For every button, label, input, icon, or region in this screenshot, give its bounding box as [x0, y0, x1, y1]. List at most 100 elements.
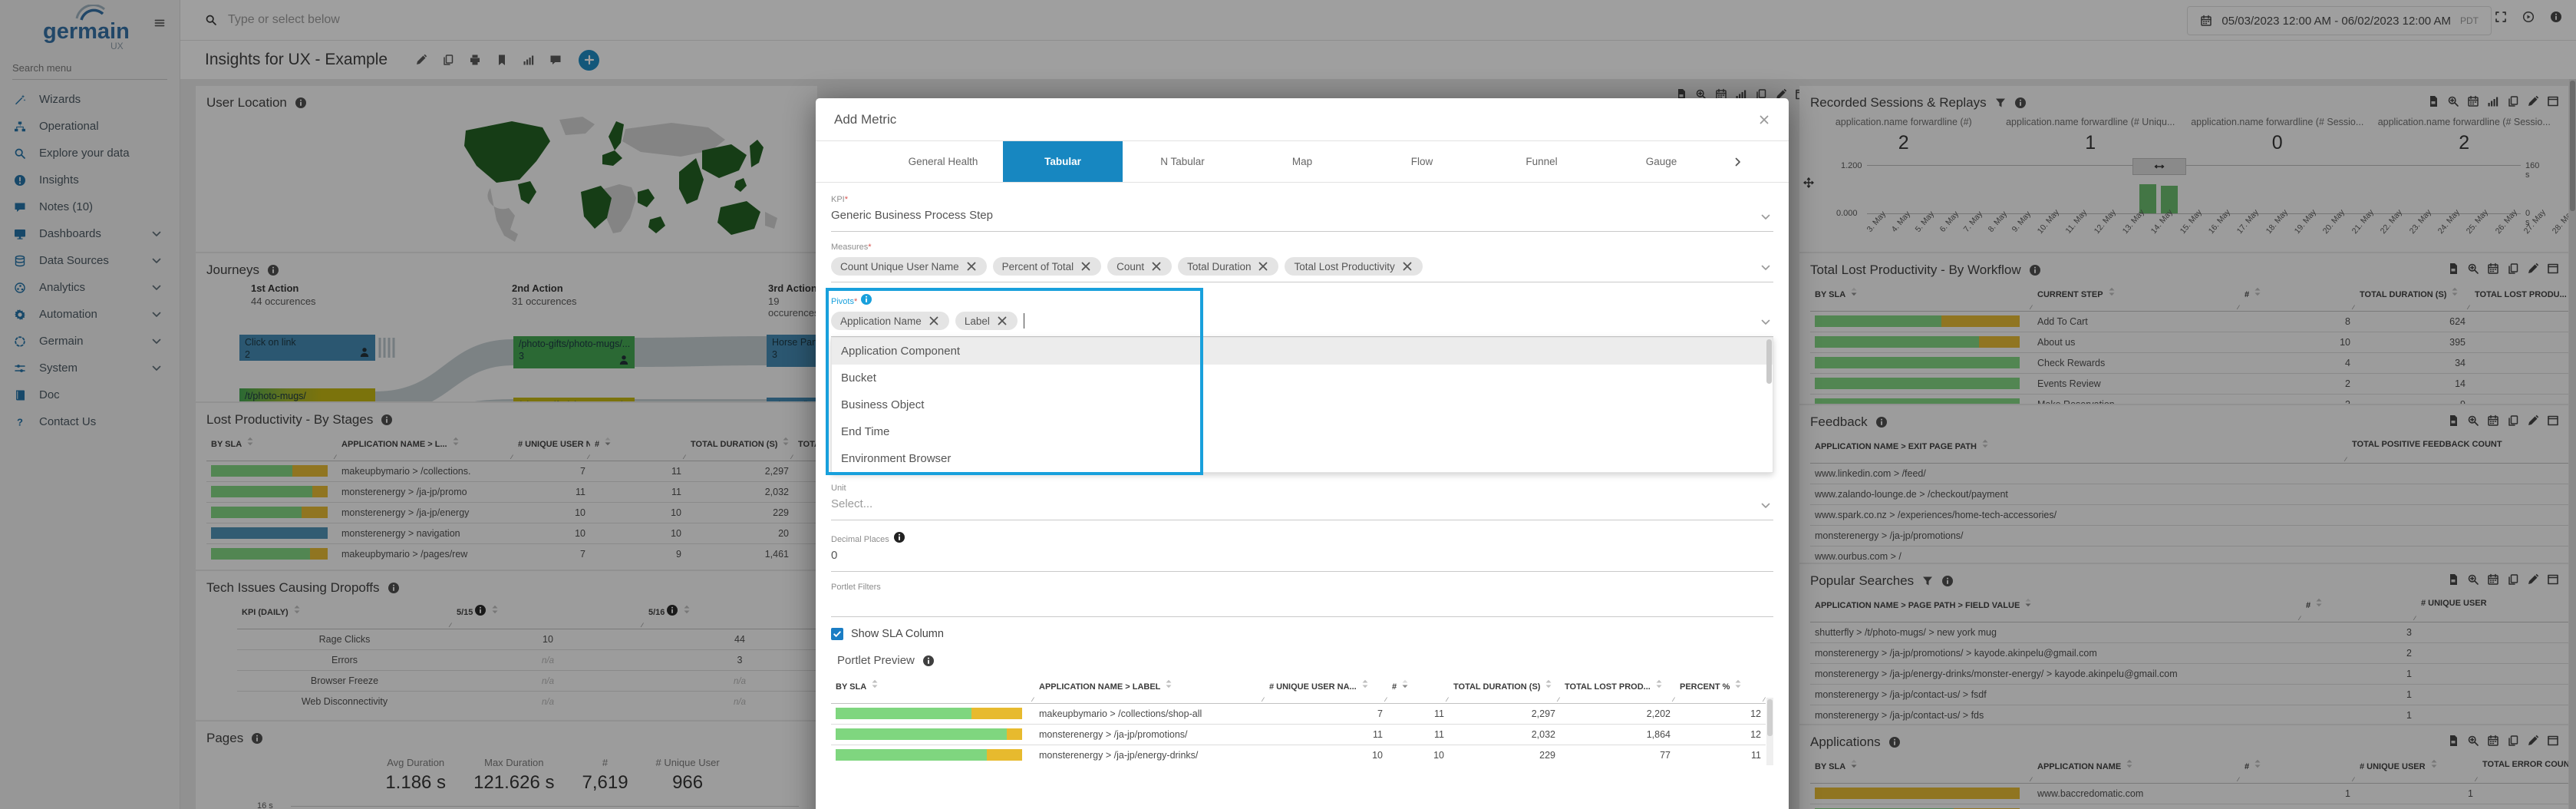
- tab-n-tabular[interactable]: N Tabular: [1123, 141, 1242, 182]
- table-cell: makeupbymario > /collections/shop-all: [1034, 703, 1265, 724]
- sort-icon[interactable]: [1732, 678, 1744, 690]
- tab-gauge[interactable]: Gauge: [1601, 141, 1721, 182]
- chevron-down-icon[interactable]: [1760, 211, 1772, 223]
- dropdown-option[interactable]: Application Component: [832, 338, 1773, 365]
- table-cell: 12: [1675, 724, 1766, 745]
- pivots-field[interactable]: Pivots* Application NameLabel: [831, 293, 1773, 337]
- table-cell: monsterenergy > /ja-jp/energy-drinks/: [1034, 745, 1265, 765]
- tab-flow[interactable]: Flow: [1362, 141, 1482, 182]
- table-row[interactable]: monsterenergy > /ja-jp/energy-drinks/101…: [831, 745, 1766, 765]
- column-header[interactable]: # UNIQUE USER NA...: [1265, 675, 1387, 695]
- filter-cell[interactable]: [1034, 695, 1265, 703]
- chevron-down-icon[interactable]: [1760, 262, 1772, 274]
- remove-chip-icon[interactable]: [965, 260, 978, 272]
- data-table: BY SLAAPPLICATION NAME > LABEL # UNIQUE U…: [831, 675, 1766, 765]
- show-sla-checkbox[interactable]: [831, 628, 843, 640]
- kpi-field[interactable]: KPI* Generic Business Process Step: [831, 195, 1773, 232]
- portlet-preview-heading: Portlet Preview: [837, 654, 1773, 667]
- app-root: germain UX Search menu WizardsOperationa…: [0, 0, 2576, 809]
- show-sla-row: Show SLA Column: [831, 628, 1773, 640]
- kpi-value: Generic Business Process Step: [831, 209, 1773, 226]
- dropdown-option[interactable]: Business Object: [832, 391, 1773, 418]
- measure-chip[interactable]: Total Lost Productivity: [1285, 257, 1422, 276]
- column-label: # UNIQUE USER NA...: [1269, 682, 1357, 692]
- measures-field[interactable]: Measures* Count Unique User NamePercent …: [831, 243, 1773, 282]
- remove-chip-icon[interactable]: [1257, 260, 1269, 272]
- column-header[interactable]: #: [1387, 675, 1449, 695]
- sla-segment-g: [836, 728, 1007, 740]
- portlet-filters-label: Portlet Filters: [831, 583, 1773, 592]
- tab-funnel[interactable]: Funnel: [1482, 141, 1601, 182]
- filter-cell[interactable]: [1449, 695, 1560, 703]
- remove-chip-icon[interactable]: [996, 315, 1008, 327]
- unit-field[interactable]: Unit Select...: [831, 484, 1773, 520]
- sort-icon[interactable]: [1653, 678, 1665, 690]
- measure-chip[interactable]: Percent of Total: [993, 257, 1102, 276]
- filter-cell[interactable]: [1560, 695, 1675, 703]
- filter-cell[interactable]: [1387, 695, 1449, 703]
- sort-icon[interactable]: [1542, 678, 1555, 690]
- portlet-preview: BY SLAAPPLICATION NAME > LABEL # UNIQUE U…: [831, 675, 1773, 765]
- table-row[interactable]: monsterenergy > /ja-jp/promotions/11112,…: [831, 724, 1766, 745]
- dropdown-option[interactable]: End Time: [832, 418, 1773, 445]
- column-label: TOTAL DURATION (S): [1453, 682, 1540, 692]
- remove-chip-icon[interactable]: [1080, 260, 1092, 272]
- filter-cell[interactable]: [1675, 695, 1766, 703]
- column-header[interactable]: BY SLA: [831, 675, 1034, 695]
- pivots-chips: Application Name Label: [831, 311, 1773, 331]
- info-icon[interactable]: [893, 531, 905, 543]
- decimal-places-field[interactable]: Decimal Places 0: [831, 531, 1773, 572]
- measure-chip[interactable]: Count Unique User Name: [831, 257, 987, 276]
- unit-label: Unit: [831, 484, 1773, 493]
- filter-cell[interactable]: [831, 695, 1034, 703]
- table-cell: 1,864: [1560, 724, 1675, 745]
- tab-general-health[interactable]: General Health: [883, 141, 1003, 182]
- pivot-chip[interactable]: Label: [955, 312, 1018, 330]
- table-row[interactable]: makeupbymario > /collections/shop-all711…: [831, 703, 1766, 724]
- tab-map[interactable]: Map: [1242, 141, 1362, 182]
- table-cell: 11: [1387, 703, 1449, 724]
- chevron-right-icon[interactable]: [1721, 141, 1744, 182]
- dropdown-scrollbar[interactable]: [1766, 339, 1772, 384]
- chevron-down-icon[interactable]: [1760, 500, 1772, 512]
- column-header[interactable]: TOTAL DURATION (S): [1449, 675, 1560, 695]
- measure-chip[interactable]: Count: [1107, 257, 1172, 276]
- sort-desc-icon[interactable]: [1399, 678, 1411, 690]
- remove-chip-icon[interactable]: [1401, 260, 1413, 272]
- table-cell: 11: [1387, 724, 1449, 745]
- chip-label: Percent of Total: [1002, 261, 1074, 272]
- tab-tabular[interactable]: Tabular: [1003, 141, 1123, 182]
- add-metric-modal: Add Metric General HealthTabularN Tabula…: [816, 98, 1789, 809]
- chip-label: Application Name: [840, 315, 922, 327]
- pivot-chip[interactable]: Application Name: [831, 312, 949, 330]
- portlet-filters-field[interactable]: Portlet Filters: [831, 583, 1773, 617]
- sort-icon[interactable]: [1163, 678, 1175, 690]
- sla-bar: [836, 708, 1022, 719]
- dropdown-option[interactable]: Environment Browser: [832, 445, 1773, 472]
- sla-bar: [836, 728, 1022, 740]
- info-icon[interactable]: [922, 655, 935, 667]
- dropdown-option[interactable]: Bucket: [832, 365, 1773, 391]
- measure-chip[interactable]: Total Duration: [1178, 257, 1278, 276]
- sla-bar: [836, 749, 1022, 761]
- chip-label: Total Duration: [1187, 261, 1251, 272]
- remove-chip-icon[interactable]: [1150, 260, 1163, 272]
- close-icon[interactable]: [1758, 114, 1770, 126]
- show-sla-label: Show SLA Column: [851, 628, 944, 640]
- column-label: TOTAL LOST PROD...: [1565, 682, 1651, 692]
- info-icon[interactable]: [860, 293, 872, 305]
- column-header[interactable]: TOTAL LOST PROD...: [1560, 675, 1675, 695]
- sort-icon[interactable]: [869, 678, 881, 690]
- column-header[interactable]: APPLICATION NAME > LABEL: [1034, 675, 1265, 695]
- preview-scrollbar[interactable]: [1766, 698, 1773, 765]
- column-label: #: [1392, 682, 1397, 692]
- column-header[interactable]: PERCENT %: [1675, 675, 1766, 695]
- chevron-down-icon[interactable]: [1760, 316, 1772, 329]
- sla-bar-cell: [831, 745, 1034, 765]
- table-cell: 77: [1560, 745, 1675, 765]
- table-cell: 11: [1675, 745, 1766, 765]
- remove-chip-icon[interactable]: [928, 315, 940, 327]
- sort-icon[interactable]: [1359, 678, 1371, 690]
- filter-cell[interactable]: [1265, 695, 1387, 703]
- table-cell: 2,032: [1449, 724, 1560, 745]
